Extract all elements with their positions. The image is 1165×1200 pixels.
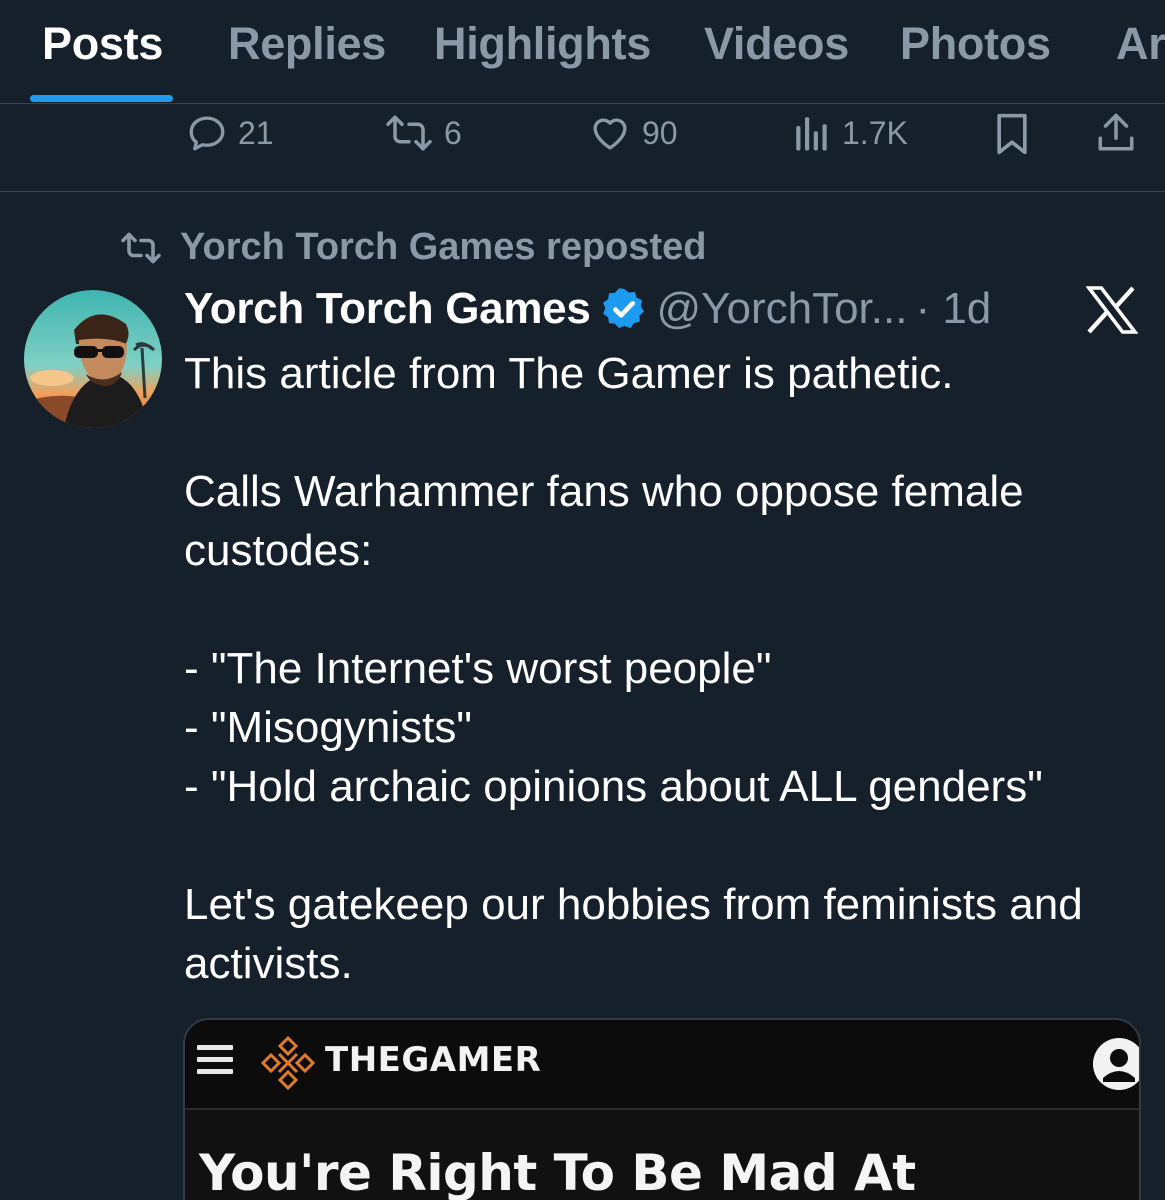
reply-icon xyxy=(189,116,225,151)
repost-label: Yorch Torch Games reposted xyxy=(180,226,707,268)
repost-icon xyxy=(386,115,432,151)
post-text-list: - "The Internet's worst people" - "Misog… xyxy=(184,644,1043,811)
tab-articles[interactable]: Ar xyxy=(1116,18,1165,70)
repost-icon xyxy=(121,232,161,263)
bookmark-icon xyxy=(997,113,1027,155)
repost-count: 6 xyxy=(444,114,462,151)
user-account-icon xyxy=(1093,1038,1139,1090)
site-header: THEGAMER xyxy=(185,1020,1139,1110)
post-text-spacer xyxy=(184,403,1144,462)
verified-badge-icon xyxy=(602,288,644,329)
author-handle[interactable]: @YorchTor... xyxy=(657,284,908,334)
bookmark-button[interactable] xyxy=(994,112,1030,156)
post-text-line: This article from The Gamer is pathetic. xyxy=(184,349,954,398)
author-name[interactable]: Yorch Torch Games xyxy=(184,284,591,334)
tab-photos[interactable]: Photos xyxy=(900,18,1051,70)
profile-tabs: Posts Replies Highlights Videos Photos A… xyxy=(0,0,1165,104)
embedded-image[interactable]: THEGAMER You're Right To Be Mad At xyxy=(183,1018,1141,1200)
share-button[interactable] xyxy=(1096,112,1136,154)
post-header: Yorch Torch Games @YorchTor... · 1d xyxy=(184,284,991,334)
avatar-image xyxy=(24,290,162,428)
site-name: THEGAMER xyxy=(325,1040,542,1080)
heart-icon xyxy=(593,118,627,150)
like-count: 90 xyxy=(642,114,678,151)
post-text-line: Calls Warhammer fans who oppose female c… xyxy=(184,467,1036,575)
views-count: 1.7K xyxy=(842,114,908,151)
share-icon xyxy=(1098,113,1134,151)
post-text-line: Let's gatekeep our hobbies from feminist… xyxy=(184,880,1095,988)
post-text-spacer xyxy=(184,580,1144,639)
views-button[interactable]: 1.7K xyxy=(792,112,908,154)
repost-button[interactable]: 6 xyxy=(384,112,462,154)
menu-icon xyxy=(197,1045,233,1077)
like-button[interactable]: 90 xyxy=(588,112,678,154)
views-icon xyxy=(796,117,827,151)
post-body: This article from The Gamer is pathetic.… xyxy=(184,344,1144,993)
tab-replies[interactable]: Replies xyxy=(228,18,386,70)
tab-posts[interactable]: Posts xyxy=(42,18,163,70)
tab-videos[interactable]: Videos xyxy=(704,18,849,70)
post-text-spacer xyxy=(184,816,1144,875)
reply-count: 21 xyxy=(238,114,274,151)
tab-highlights[interactable]: Highlights xyxy=(434,18,651,70)
post-time[interactable]: · 1d xyxy=(915,284,991,334)
article-headline: You're Right To Be Mad At xyxy=(199,1144,916,1200)
avatar[interactable] xyxy=(24,290,162,428)
active-tab-indicator xyxy=(30,95,173,102)
repost-indicator[interactable]: Yorch Torch Games reposted xyxy=(118,226,707,269)
previous-post-action-bar xyxy=(0,104,1165,192)
reply-button[interactable]: 21 xyxy=(186,112,274,154)
x-logo-icon xyxy=(1085,286,1139,339)
thegamer-logo-icon xyxy=(260,1035,316,1091)
